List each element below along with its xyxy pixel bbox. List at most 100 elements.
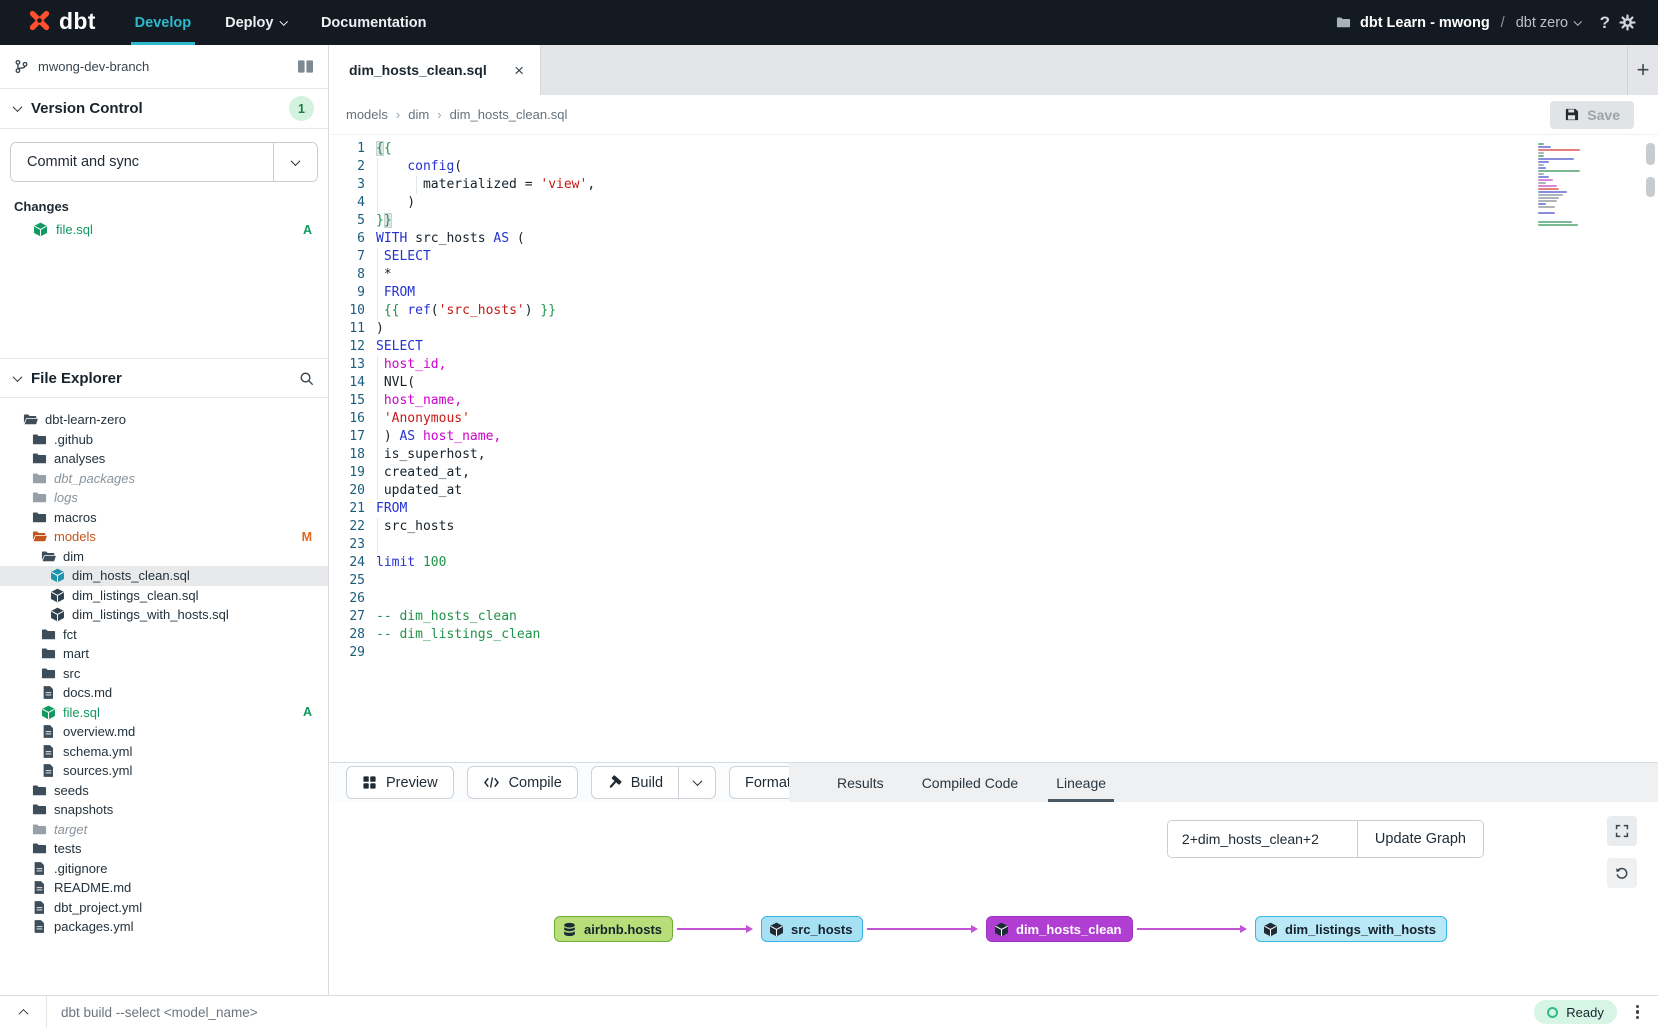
code-line: 8 * <box>330 266 1658 284</box>
git-status-badge: M <box>302 530 312 544</box>
settings-gear-icon[interactable] <box>1619 14 1636 31</box>
search-icon[interactable] <box>299 371 314 386</box>
tree-item-.github[interactable]: .github <box>0 430 328 450</box>
cube-icon <box>769 922 784 937</box>
tree-item-snapshots[interactable]: snapshots <box>0 800 328 820</box>
status-area: Ready <box>1534 1000 1658 1024</box>
lineage-graph[interactable]: airbnb.hosts src_hosts dim_hosts_clean dim_… <box>330 802 1658 995</box>
panel-tab-label: Lineage <box>1056 775 1106 791</box>
lineage-node-src_hosts[interactable]: src_hosts <box>761 916 863 942</box>
tree-item-models[interactable]: modelsM <box>0 527 328 547</box>
lineage-node-dim_hosts_clean[interactable]: dim_hosts_clean <box>986 916 1133 942</box>
new-tab-button[interactable]: + <box>1627 45 1658 95</box>
lineage-node-airbnb.hosts[interactable]: airbnb.hosts <box>554 916 673 942</box>
line-number: 1 <box>330 140 376 158</box>
node-label: src_hosts <box>791 922 852 937</box>
panel-tab-lineage[interactable]: Lineage <box>1056 763 1106 802</box>
code-editor[interactable]: 1{{2 config(3 materialized = 'view',4 )5… <box>330 135 1658 762</box>
tree-item-dim[interactable]: dim <box>0 547 328 567</box>
tree-item-tests[interactable]: tests <box>0 839 328 859</box>
lineage-node-dim_listings_with_hosts[interactable]: dim_listings_with_hosts <box>1255 916 1447 942</box>
tree-item-fct[interactable]: fct <box>0 625 328 645</box>
tree-item-dbt-learn-zero[interactable]: dbt-learn-zero <box>0 410 328 430</box>
editor-minimap[interactable] <box>1538 143 1596 229</box>
tree-item-src[interactable]: src <box>0 664 328 684</box>
chevron-down-icon <box>280 17 288 25</box>
nav-item-develop[interactable]: Develop <box>118 0 208 45</box>
commit-and-sync-button[interactable]: Commit and sync <box>11 143 273 181</box>
tree-item-macros[interactable]: macros <box>0 508 328 528</box>
tree-item-file.sql[interactable]: file.sqlA <box>0 703 328 723</box>
breadcrumb-item[interactable]: dim <box>408 107 429 122</box>
folder-icon <box>32 490 47 505</box>
tree-item-packages.yml[interactable]: packages.yml <box>0 917 328 937</box>
breadcrumb-item[interactable]: dim_hosts_clean.sql <box>450 107 568 122</box>
project-env-separator: / <box>1501 15 1505 31</box>
kebab-menu-icon[interactable] <box>1633 1002 1642 1023</box>
line-number: 11 <box>330 320 376 338</box>
code-line: 26 <box>330 590 1658 608</box>
dbt-logo[interactable]: dbt <box>0 7 108 39</box>
sidebar: mwong-dev-branch Version Control 1 Commi… <box>0 45 329 995</box>
panel-tab-compiled-code[interactable]: Compiled Code <box>922 763 1019 802</box>
tree-item-dbt_packages[interactable]: dbt_packages <box>0 469 328 489</box>
code-line: 13 host_id, <box>330 356 1658 374</box>
nav-item-documentation[interactable]: Documentation <box>304 0 444 45</box>
tree-item-README.md[interactable]: README.md <box>0 878 328 898</box>
code-icon <box>483 776 500 789</box>
editor-scrollbar[interactable] <box>1646 143 1655 165</box>
chevron-down-icon <box>13 102 23 112</box>
command-input[interactable] <box>47 1005 1534 1020</box>
editor-tab-dim-hosts-clean[interactable]: dim_hosts_clean.sql × <box>330 45 541 95</box>
code-line: 21FROM <box>330 500 1658 518</box>
build-button[interactable]: Build <box>591 766 679 799</box>
help-button[interactable]: ? <box>1600 13 1610 33</box>
tree-item-.gitignore[interactable]: .gitignore <box>0 859 328 879</box>
folder-open-icon <box>41 549 56 564</box>
panel-tab-label: Compiled Code <box>922 775 1019 791</box>
nav-item-deploy[interactable]: Deploy <box>208 0 304 45</box>
file-explorer-header[interactable]: File Explorer <box>0 358 328 398</box>
editor-tabstrip: dim_hosts_clean.sql × + <box>330 45 1658 95</box>
tree-item-dim_hosts_clean.sql[interactable]: dim_hosts_clean.sql <box>0 566 328 586</box>
changed-file-name: file.sql <box>56 222 93 237</box>
preview-button[interactable]: Preview <box>346 766 454 799</box>
tree-item-overview.md[interactable]: overview.md <box>0 722 328 742</box>
version-control-header[interactable]: Version Control 1 <box>0 89 328 129</box>
dbt-logo-icon <box>26 7 53 39</box>
close-icon[interactable]: × <box>514 62 524 79</box>
file-name: .github <box>54 432 93 447</box>
docs-book-icon[interactable] <box>297 59 314 74</box>
tree-item-analyses[interactable]: analyses <box>0 449 328 469</box>
tree-item-seeds[interactable]: seeds <box>0 781 328 801</box>
line-number: 14 <box>330 374 376 392</box>
environment-selector[interactable]: dbt zero <box>1516 15 1581 31</box>
grid-icon <box>362 775 377 790</box>
compile-button[interactable]: Compile <box>467 766 578 799</box>
panel-tab-results[interactable]: Results <box>837 763 884 802</box>
file-tree: dbt-learn-zero .github analysesdbt_package… <box>0 404 328 995</box>
tree-item-dim_listings_with_hosts.sql[interactable]: dim_listings_with_hosts.sql <box>0 605 328 625</box>
chevron-down-icon <box>1574 17 1582 25</box>
commit-options-button[interactable] <box>273 143 317 181</box>
cube-icon <box>50 607 65 622</box>
tree-item-target[interactable]: target <box>0 820 328 840</box>
project-name[interactable]: dbt Learn - mwong <box>1360 15 1490 31</box>
breadcrumb-item[interactable]: models <box>346 107 388 122</box>
changed-file-file.sql[interactable]: file.sqlA <box>0 219 328 240</box>
save-button[interactable]: Save <box>1550 101 1634 129</box>
file-icon <box>32 919 47 934</box>
tree-item-logs[interactable]: logs <box>0 488 328 508</box>
tree-item-schema.yml[interactable]: schema.yml <box>0 742 328 762</box>
tree-item-sources.yml[interactable]: sources.yml <box>0 761 328 781</box>
tree-item-docs.md[interactable]: docs.md <box>0 683 328 703</box>
button-label: Preview <box>386 775 438 791</box>
tree-item-dbt_project.yml[interactable]: dbt_project.yml <box>0 898 328 918</box>
tree-item-dim_listings_clean.sql[interactable]: dim_listings_clean.sql <box>0 586 328 606</box>
expand-command-bar-button[interactable] <box>0 996 47 1028</box>
tree-item-mart[interactable]: mart <box>0 644 328 664</box>
build-options-button[interactable] <box>678 766 716 799</box>
chevron-down-icon <box>291 156 301 166</box>
file-name: dbt_project.yml <box>54 900 142 915</box>
folder-icon <box>32 802 47 817</box>
